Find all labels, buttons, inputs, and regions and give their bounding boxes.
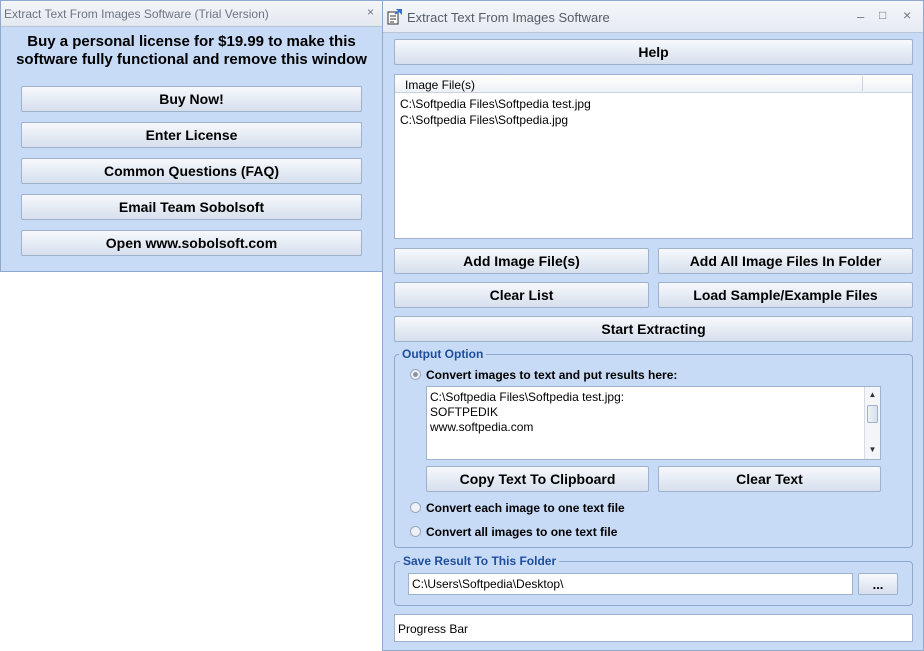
main-titlebar[interactable]: Extract Text From Images Software – □ × xyxy=(383,1,923,33)
add-all-image-files-in-folder-button[interactable]: Add All Image Files In Folder xyxy=(658,248,913,274)
trial-window: Extract Text From Images Software (Trial… xyxy=(0,0,383,272)
results-textbox[interactable]: C:\Softpedia Files\Softpedia test.jpg: S… xyxy=(426,386,881,460)
clear-list-button[interactable]: Clear List xyxy=(394,282,649,308)
license-message: Buy a personal license for $19.99 to mak… xyxy=(1,33,382,69)
image-file-list[interactable]: Image File(s) C:\Softpedia Files\Softped… xyxy=(394,74,913,239)
maximize-icon[interactable]: □ xyxy=(879,8,886,22)
result-line: www.softpedia.com xyxy=(430,420,534,434)
load-sample-files-button[interactable]: Load Sample/Example Files xyxy=(658,282,913,308)
file-list-header: Image File(s) xyxy=(395,75,912,93)
progress-bar-label: Progress Bar xyxy=(398,622,469,636)
radio-each-image-label[interactable]: Convert each image to one text file xyxy=(426,501,625,515)
results-scrollbar[interactable]: ▲ ▼ xyxy=(864,387,880,459)
app-icon xyxy=(387,9,402,25)
save-folder-label: Save Result To This Folder xyxy=(400,554,560,568)
result-line: SOFTPEDIK xyxy=(430,405,499,419)
list-item[interactable]: C:\Softpedia Files\Softpedia.jpg xyxy=(400,113,568,127)
scroll-thumb[interactable] xyxy=(867,405,878,423)
start-extracting-button[interactable]: Start Extracting xyxy=(394,316,913,342)
copy-text-to-clipboard-button[interactable]: Copy Text To Clipboard xyxy=(426,466,649,492)
trial-close-icon[interactable]: × xyxy=(367,5,374,19)
main-window-title: Extract Text From Images Software xyxy=(407,10,610,25)
output-option-label: Output Option xyxy=(399,347,487,361)
progress-bar: Progress Bar xyxy=(394,614,913,642)
trial-titlebar[interactable]: Extract Text From Images Software (Trial… xyxy=(1,1,382,27)
email-team-button[interactable]: Email Team Sobolsoft xyxy=(21,194,362,220)
result-line: C:\Softpedia Files\Softpedia test.jpg: xyxy=(430,390,625,404)
scroll-up-icon[interactable]: ▲ xyxy=(865,390,880,399)
radio-all-images-label[interactable]: Convert all images to one text file xyxy=(426,525,617,539)
clear-text-button[interactable]: Clear Text xyxy=(658,466,881,492)
open-website-button[interactable]: Open www.sobolsoft.com xyxy=(21,230,362,256)
list-item[interactable]: C:\Softpedia Files\Softpedia test.jpg xyxy=(400,97,591,111)
radio-results-here-label[interactable]: Convert images to text and put results h… xyxy=(426,368,677,382)
faq-button[interactable]: Common Questions (FAQ) xyxy=(21,158,362,184)
minimize-icon[interactable]: – xyxy=(857,9,864,24)
enter-license-button[interactable]: Enter License xyxy=(21,122,362,148)
add-image-files-button[interactable]: Add Image File(s) xyxy=(394,248,649,274)
trial-window-title: Extract Text From Images Software (Trial… xyxy=(4,7,269,21)
main-close-icon[interactable]: × xyxy=(903,7,911,23)
save-folder-path: C:\Users\Softpedia\Desktop\ xyxy=(412,577,564,591)
radio-all-images[interactable] xyxy=(410,526,421,537)
radio-results-here[interactable] xyxy=(410,369,421,380)
radio-each-image[interactable] xyxy=(410,502,421,513)
license-message-line1: Buy a personal license for $19.99 to mak… xyxy=(27,33,356,50)
column-header-image-files[interactable]: Image File(s) xyxy=(405,78,475,92)
browse-folder-button[interactable]: ... xyxy=(858,573,898,595)
buy-now-button[interactable]: Buy Now! xyxy=(21,86,362,112)
save-folder-path-input[interactable]: C:\Users\Softpedia\Desktop\ xyxy=(408,573,853,595)
column-divider xyxy=(862,76,863,91)
help-button[interactable]: Help xyxy=(394,39,913,65)
scroll-down-icon[interactable]: ▼ xyxy=(865,445,880,454)
main-window: Extract Text From Images Software – □ × … xyxy=(382,0,924,651)
license-message-line2: software fully functional and remove thi… xyxy=(16,51,367,68)
